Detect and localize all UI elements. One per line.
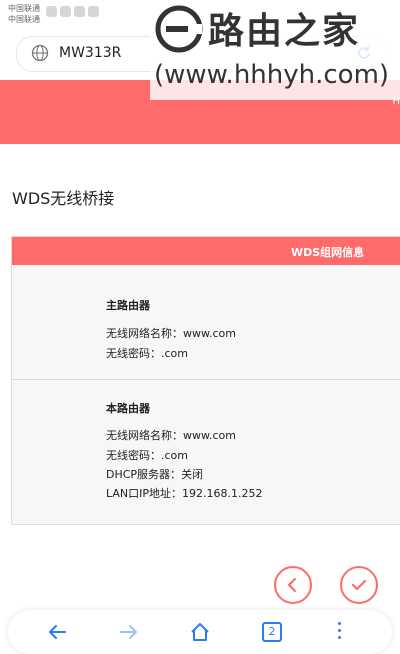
lan-ip-value: 192.168.1.252 xyxy=(182,487,263,500)
tabs-button[interactable]: 2 xyxy=(262,622,282,642)
notification-icons xyxy=(46,6,99,17)
primary-password-value: .com xyxy=(161,347,188,360)
carrier-1: 中国联通 xyxy=(8,4,40,13)
this-password-label: 无线密码： xyxy=(106,449,161,462)
section-divider xyxy=(12,379,400,380)
this-password-value: .com xyxy=(161,449,188,462)
this-ssid-label: 无线网络名称： xyxy=(106,429,183,442)
watermark-logo-icon xyxy=(154,4,204,58)
confirm-button[interactable] xyxy=(340,566,378,604)
notification-icon xyxy=(74,6,85,17)
primary-ssid-label: 无线网络名称： xyxy=(106,327,183,340)
home-icon[interactable] xyxy=(189,621,211,647)
header-corner-text: H xyxy=(392,96,400,107)
back-button[interactable] xyxy=(274,566,312,604)
carrier-2: 中国联通 xyxy=(8,15,40,24)
notification-icon xyxy=(88,6,99,17)
this-ssid-row: 无线网络名称：www.com xyxy=(106,427,236,443)
primary-ssid-value: www.com xyxy=(183,327,236,340)
wds-info-card: WDS组网信息 主路由器 无线网络名称：www.com 无线密码：.com 本路… xyxy=(11,236,400,525)
forward-arrow-icon[interactable] xyxy=(118,621,140,647)
notification-icon xyxy=(46,6,57,17)
primary-router-title: 主路由器 xyxy=(106,299,150,312)
lan-ip-row: LAN口IP地址：192.168.1.252 xyxy=(106,485,263,501)
page-title: WDS无线桥接 xyxy=(12,189,115,208)
dhcp-label: DHCP服务器： xyxy=(106,468,182,481)
back-arrow-icon[interactable] xyxy=(46,621,68,647)
watermark-url: (www.hhhyh.com) xyxy=(154,60,390,90)
url-text[interactable]: MW313R xyxy=(59,45,121,61)
chevron-left-icon xyxy=(287,577,297,593)
card-header: WDS组网信息 xyxy=(12,237,400,265)
watermark-title: 路由之家 xyxy=(208,11,361,52)
dhcp-value: 关闭 xyxy=(181,468,204,481)
lan-ip-label: LAN口IP地址： xyxy=(106,487,183,500)
card-header-title: WDS组网信息 xyxy=(291,246,365,259)
watermark: 路由之家 (www.hhhyh.com) xyxy=(150,0,400,100)
this-ssid-value: www.com xyxy=(183,429,236,442)
browser-bottom-bar: 2 xyxy=(8,610,392,654)
this-router-title: 本路由器 xyxy=(106,402,150,415)
notification-icon xyxy=(60,6,71,17)
more-menu-icon[interactable] xyxy=(338,622,342,643)
checkmark-icon xyxy=(351,579,367,591)
dhcp-row: DHCP服务器：关闭 xyxy=(106,466,203,482)
primary-password-row: 无线密码：.com xyxy=(106,345,188,361)
globe-icon xyxy=(31,44,49,66)
this-password-row: 无线密码：.com xyxy=(106,447,188,463)
primary-ssid-row: 无线网络名称：www.com xyxy=(106,325,236,341)
primary-password-label: 无线密码： xyxy=(106,347,161,360)
